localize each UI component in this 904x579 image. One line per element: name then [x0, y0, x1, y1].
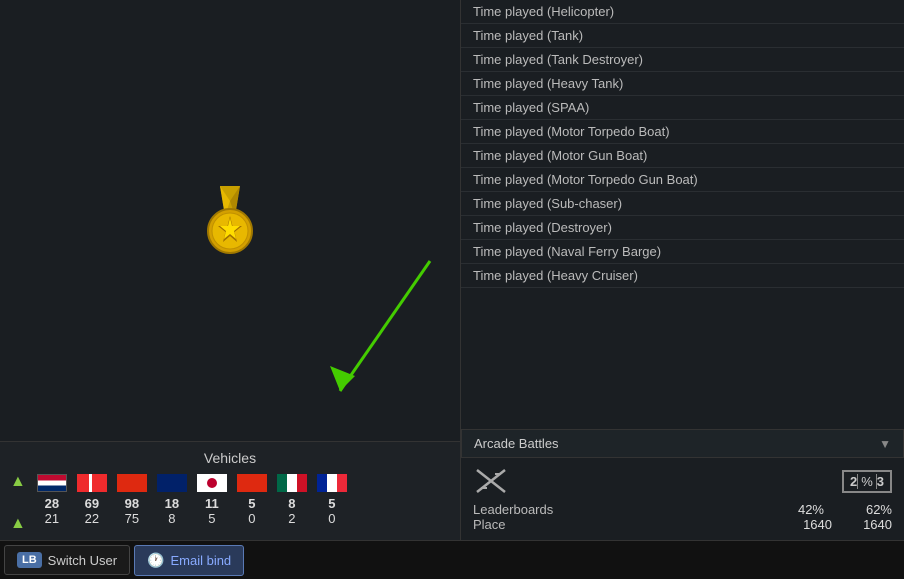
- flag-cn2: [237, 474, 267, 492]
- right-panel: Time played (Helicopter)Time played (Tan…: [460, 0, 904, 540]
- arrow-up-1: ▲: [10, 474, 26, 490]
- flag-col-fr: 5 0: [314, 474, 350, 526]
- arrow-indicator: [310, 251, 440, 411]
- chevron-down-icon: ▼: [879, 437, 891, 451]
- clock-icon: 🕐: [147, 552, 164, 569]
- leaderboards-val2: 62%: [832, 502, 892, 517]
- arrow-up-2: ▲: [10, 516, 26, 532]
- time-played-item: Time played (Motor Gun Boat): [461, 144, 904, 168]
- flag-mx-top: 8: [288, 496, 295, 511]
- flag-gb-bot: 8: [168, 511, 175, 526]
- flag-no-bot: 22: [85, 511, 99, 526]
- time-played-item: Time played (Tank): [461, 24, 904, 48]
- flag-jp-bot: 5: [208, 511, 215, 526]
- leaderboards-row: Leaderboards 42% 62%: [473, 502, 892, 517]
- flag-col-mx: 8 2: [274, 474, 310, 526]
- time-played-item: Time played (Helicopter): [461, 0, 904, 24]
- flag-us-top: 28: [45, 496, 59, 511]
- left-panel: Vehicles ▲ ▲ 28 21 69 22: [0, 0, 460, 540]
- stats-area: 2 % 3 Leaderboards 42% 62% Place 1640 16…: [461, 458, 904, 540]
- switch-user-button[interactable]: LB Switch User: [4, 545, 130, 575]
- flag-jp-top: 11: [205, 496, 219, 511]
- flag-fr: [317, 474, 347, 492]
- time-played-item: Time played (SPAA): [461, 96, 904, 120]
- flag-mx: [277, 474, 307, 492]
- flag-col-cn2: 5 0: [234, 474, 270, 526]
- crossed-swords-icon: [473, 466, 509, 496]
- time-played-item: Time played (Motor Torpedo Boat): [461, 120, 904, 144]
- switch-user-label: Switch User: [48, 553, 117, 568]
- medal-area: [0, 0, 460, 441]
- time-played-list: Time played (Helicopter)Time played (Tan…: [461, 0, 904, 429]
- flag-no-top: 69: [85, 496, 99, 511]
- place-label: Place: [473, 517, 772, 532]
- place-val1: 1640: [772, 517, 832, 532]
- time-played-item: Time played (Motor Torpedo Gun Boat): [461, 168, 904, 192]
- email-bind-button[interactable]: 🕐 Email bind: [134, 545, 244, 576]
- flag-fr-bot: 0: [328, 511, 335, 526]
- flag-cn-bot: 75: [125, 511, 139, 526]
- flag-cn2-top: 5: [248, 496, 255, 511]
- lb-badge: LB: [17, 552, 42, 568]
- icons-row: 2 % 3: [473, 466, 892, 496]
- vehicles-section: Vehicles ▲ ▲ 28 21 69 22: [0, 441, 460, 540]
- time-played-item: Time played (Heavy Tank): [461, 72, 904, 96]
- flag-col-us: 28 21: [34, 474, 70, 526]
- time-played-item: Time played (Naval Ferry Barge): [461, 240, 904, 264]
- flag-no: [77, 474, 107, 492]
- flag-cn: [117, 474, 147, 492]
- flag-mx-bot: 2: [288, 511, 295, 526]
- number-badge: 2 % 3: [842, 470, 892, 493]
- flag-us-bot: 21: [45, 511, 59, 526]
- place-val2: 1640: [832, 517, 892, 532]
- flag-col-gb: 18 8: [154, 474, 190, 526]
- arcade-battles-row[interactable]: Arcade Battles ▼: [461, 429, 904, 458]
- time-played-item: Time played (Tank Destroyer): [461, 48, 904, 72]
- medal-icon: [195, 186, 265, 256]
- time-played-item: Time played (Heavy Cruiser): [461, 264, 904, 288]
- flag-gb: [157, 474, 187, 492]
- flag-cn-top: 98: [125, 496, 139, 511]
- vehicles-up-arrows: ▲ ▲: [10, 474, 26, 532]
- flag-gb-top: 18: [165, 496, 179, 511]
- time-played-item: Time played (Sub-chaser): [461, 192, 904, 216]
- flag-col-cn: 98 75: [114, 474, 150, 526]
- time-played-item: Time played (Destroyer): [461, 216, 904, 240]
- vehicles-title: Vehicles: [10, 450, 450, 466]
- email-bind-label: Email bind: [170, 553, 231, 568]
- flag-us: [37, 474, 67, 492]
- flag-fr-top: 5: [328, 496, 335, 511]
- bottom-bar: LB Switch User 🕐 Email bind: [0, 540, 904, 579]
- flag-col-jp: 11 5: [194, 474, 230, 526]
- arcade-battles-label: Arcade Battles: [474, 436, 559, 451]
- leaderboards-val1: 42%: [764, 502, 824, 517]
- flag-cn2-bot: 0: [248, 511, 255, 526]
- flag-col-no: 69 22: [74, 474, 110, 526]
- place-row: Place 1640 1640: [473, 517, 892, 532]
- vehicles-flags-row: ▲ ▲ 28 21 69 22 98 75: [10, 474, 450, 532]
- flag-jp: [197, 474, 227, 492]
- leaderboards-label: Leaderboards: [473, 502, 756, 517]
